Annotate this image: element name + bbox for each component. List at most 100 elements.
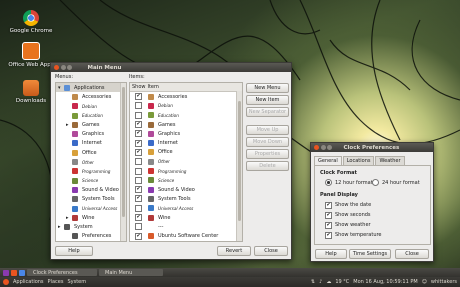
show-checkbox[interactable] xyxy=(135,176,142,184)
menu-places[interactable]: Places xyxy=(48,279,64,285)
menu-tree-item[interactable]: ▸ Games xyxy=(56,120,126,129)
tab-general[interactable]: General xyxy=(314,156,342,165)
minimize-window-icon[interactable] xyxy=(60,65,66,70)
menu-item-row[interactable]: Debian xyxy=(130,101,242,110)
menu-item-row[interactable]: ✔ Internet xyxy=(130,138,242,147)
menu-tree-item[interactable]: Programming xyxy=(56,167,126,176)
new-item-button[interactable]: New Item xyxy=(246,95,289,105)
show-checkbox[interactable]: ✔ xyxy=(135,130,142,138)
close-window-icon[interactable] xyxy=(54,65,59,70)
column-item-header[interactable]: Item xyxy=(148,84,159,90)
menu-applications[interactable]: Applications xyxy=(13,279,44,285)
tab-weather[interactable]: Weather xyxy=(375,156,405,165)
show-checkbox[interactable] xyxy=(135,204,142,212)
new-separator-button[interactable]: New Separator xyxy=(246,107,289,117)
panel-display-option[interactable]: ✔ Show seconds xyxy=(325,210,382,220)
new-menu-button[interactable]: New Menu xyxy=(246,83,289,93)
menu-item-row[interactable]: Programming xyxy=(130,166,242,175)
menu-tree-item[interactable]: Debian xyxy=(56,102,126,111)
menu-item-row[interactable]: Other xyxy=(130,157,242,166)
show-checkbox[interactable] xyxy=(135,111,142,119)
show-checkbox[interactable] xyxy=(135,167,142,175)
panel-display-option[interactable]: ✔ Show weather xyxy=(325,220,382,230)
menu-item-row[interactable]: ✔ Ubuntu Software Center xyxy=(130,231,242,240)
menus-scrollbar[interactable] xyxy=(120,83,126,241)
show-checkbox[interactable] xyxy=(135,102,142,110)
task-clock-preferences[interactable]: Clock Preferences xyxy=(27,269,97,276)
menu-item-row[interactable]: ✔ Office xyxy=(130,148,242,157)
delete-button[interactable]: Delete xyxy=(246,161,289,171)
task-main-menu[interactable]: Main Menu xyxy=(99,269,163,276)
menu-system[interactable]: System xyxy=(67,279,86,285)
menu-tree-item[interactable]: Preferences xyxy=(56,232,126,241)
volume-icon[interactable]: ♪ xyxy=(319,279,322,285)
menu-tree-item[interactable]: System Tools xyxy=(56,195,126,204)
menus-scroll-thumb[interactable] xyxy=(122,87,125,217)
desktop-icon-office-web-apps[interactable]: Office Web Apps xyxy=(8,42,54,68)
tab-locations[interactable]: Locations xyxy=(342,156,375,165)
menu-item-row[interactable]: Science xyxy=(130,176,242,185)
checkbox-icon[interactable]: ✔ xyxy=(325,201,332,209)
menu-item-row[interactable]: Universal Access xyxy=(130,204,242,213)
clock-preferences-titlebar[interactable]: Clock Preferences xyxy=(311,143,433,152)
show-checkbox[interactable]: ✔ xyxy=(135,93,142,101)
app-launcher-icon[interactable] xyxy=(11,269,17,276)
format-12-radio[interactable]: 12 hour format xyxy=(325,179,373,186)
menu-tree-item[interactable]: ▸ Wine xyxy=(56,213,126,222)
menu-tree-item[interactable]: Internet xyxy=(56,139,126,148)
show-desktop-icon[interactable] xyxy=(3,269,9,276)
column-show-header[interactable]: Show xyxy=(132,84,146,90)
items-list[interactable]: Show Item ✔ Accessories Debian Education ✔ Ga… xyxy=(129,82,243,242)
close-button[interactable]: Close xyxy=(254,246,288,256)
maximize-window-icon[interactable] xyxy=(67,65,72,70)
show-checkbox[interactable]: ✔ xyxy=(135,186,142,194)
menu-item-row[interactable]: ✔ Graphics xyxy=(130,129,242,138)
menu-tree-item[interactable]: ▾ Applications xyxy=(56,83,126,93)
show-checkbox[interactable]: ✔ xyxy=(135,195,142,203)
move-up-button[interactable]: Move Up xyxy=(246,125,289,135)
panel-display-option[interactable]: ✔ Show temperature xyxy=(325,230,382,240)
help-button[interactable]: Help xyxy=(55,246,93,256)
menu-tree-item[interactable]: Office xyxy=(56,148,126,157)
menu-item-row[interactable]: Education xyxy=(130,111,242,120)
menu-tree-item[interactable]: Sound & Video xyxy=(56,185,126,194)
user-icon[interactable]: ☺ xyxy=(422,279,427,285)
menu-item-row[interactable]: ✔ Games xyxy=(130,120,242,129)
menus-tree[interactable]: ▾ Applications Accessories Debian Education ▸… xyxy=(55,82,127,242)
checkbox-icon[interactable]: ✔ xyxy=(325,231,332,239)
move-down-button[interactable]: Move Down xyxy=(246,137,289,147)
close-window-icon[interactable] xyxy=(314,145,319,150)
menu-tree-item[interactable]: Graphics xyxy=(56,129,126,138)
checkbox-icon[interactable]: ✔ xyxy=(325,221,332,229)
menu-item-row[interactable]: ✔ Wine xyxy=(130,213,242,222)
panel-clock[interactable]: Mon 16 Aug, 10:59:11 PM xyxy=(353,279,417,285)
properties-button[interactable]: Properties xyxy=(246,149,289,159)
main-menu-titlebar[interactable]: Main Menu xyxy=(51,63,291,72)
weather-temp[interactable]: 19 °C xyxy=(335,279,349,285)
menu-item-row[interactable]: ✔ Accessories xyxy=(130,92,242,101)
show-checkbox[interactable]: ✔ xyxy=(135,232,142,240)
show-checkbox[interactable]: ✔ xyxy=(135,121,142,129)
items-scroll-thumb[interactable] xyxy=(238,101,241,221)
maximize-window-icon[interactable] xyxy=(327,145,332,150)
browser-launcher-icon[interactable] xyxy=(19,269,25,276)
menu-tree-item[interactable]: Accessories xyxy=(56,92,126,101)
menu-item-row[interactable]: --- xyxy=(130,222,242,231)
menu-item-row[interactable]: ✔ Sound & Video xyxy=(130,185,242,194)
desktop-icon-chrome[interactable]: Google Chrome xyxy=(8,10,54,34)
show-checkbox[interactable] xyxy=(135,223,142,231)
checkbox-icon[interactable]: ✔ xyxy=(325,211,332,219)
minimize-window-icon[interactable] xyxy=(320,145,326,150)
menu-tree-item[interactable]: Universal Access xyxy=(56,204,126,213)
show-checkbox[interactable]: ✔ xyxy=(135,148,142,156)
desktop-icon-downloads[interactable]: Downloads xyxy=(8,80,54,104)
revert-button[interactable]: Revert xyxy=(217,246,251,256)
show-checkbox[interactable] xyxy=(135,158,142,166)
format-24-radio[interactable]: 24 hour format xyxy=(372,179,420,186)
clock-help-button[interactable]: Help xyxy=(315,249,347,259)
panel-display-option[interactable]: ✔ Show the date xyxy=(325,200,382,210)
menu-tree-item[interactable]: Education xyxy=(56,111,126,120)
network-icon[interactable]: ⇅ xyxy=(311,279,315,285)
items-scrollbar[interactable] xyxy=(236,91,242,241)
menu-tree-item[interactable]: Other xyxy=(56,157,126,166)
